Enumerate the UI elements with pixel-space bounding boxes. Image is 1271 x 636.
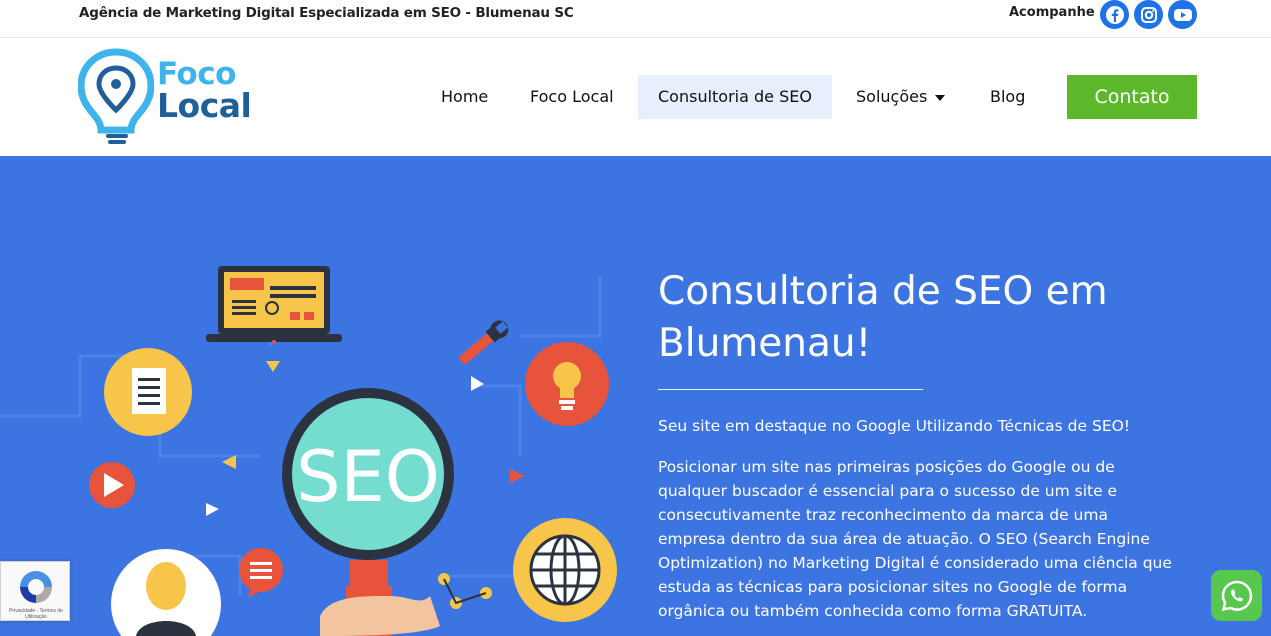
nav-solucoes[interactable]: Soluções <box>856 75 946 119</box>
nav-foco-local[interactable]: Foco Local <box>530 75 614 119</box>
globe-icon <box>529 534 601 606</box>
whatsapp-icon <box>1221 580 1252 611</box>
laptop-icon <box>206 266 342 344</box>
nav-blog[interactable]: Blog <box>990 75 1025 119</box>
nav-consultoria-seo[interactable]: Consultoria de SEO <box>638 75 832 119</box>
chat-icon <box>239 548 283 598</box>
contact-button[interactable]: Contato <box>1067 75 1197 119</box>
hero-section: SEO Consultoria de SEO em Blumenau! Seu … <box>0 156 1271 636</box>
wrench-icon <box>459 320 509 364</box>
follow-label: Acompanhe <box>1009 5 1095 20</box>
youtube-icon[interactable] <box>1168 0 1197 29</box>
chevron-down-icon <box>935 94 946 101</box>
logo-bulb-icon <box>77 48 155 144</box>
document-icon <box>132 368 166 414</box>
top-bar: Agência de Marketing Digital Especializa… <box>0 0 1271 38</box>
logo-text: Foco Local <box>157 58 252 125</box>
recaptcha-badge[interactable]: Privacidade - Termos de Utilização <box>0 561 70 621</box>
top-tagline: Agência de Marketing Digital Especializa… <box>79 5 574 21</box>
hero-title: Consultoria de SEO em Blumenau! <box>658 269 1108 366</box>
instagram-icon[interactable] <box>1134 0 1163 29</box>
whatsapp-button[interactable] <box>1211 570 1262 621</box>
seo-text: SEO <box>296 436 440 518</box>
seo-illustration: SEO <box>0 266 617 636</box>
logo-line2: Local <box>157 86 252 125</box>
recaptcha-icon <box>20 571 52 603</box>
nav-home[interactable]: Home <box>441 75 488 119</box>
hero-subtitle: Seu site em destaque no Google Utilizand… <box>658 417 1131 435</box>
hero-body-text: Posicionar um site nas primeiras posiçõe… <box>658 458 1172 620</box>
recaptcha-text: Privacidade - Termos de Utilização <box>9 608 63 620</box>
site-header: Foco Local Home Foco Local Consultoria d… <box>0 38 1271 156</box>
logo[interactable] <box>77 48 155 153</box>
nav-solucoes-label: Soluções <box>856 87 928 106</box>
facebook-icon[interactable] <box>1100 0 1129 29</box>
hero-divider <box>658 389 923 390</box>
